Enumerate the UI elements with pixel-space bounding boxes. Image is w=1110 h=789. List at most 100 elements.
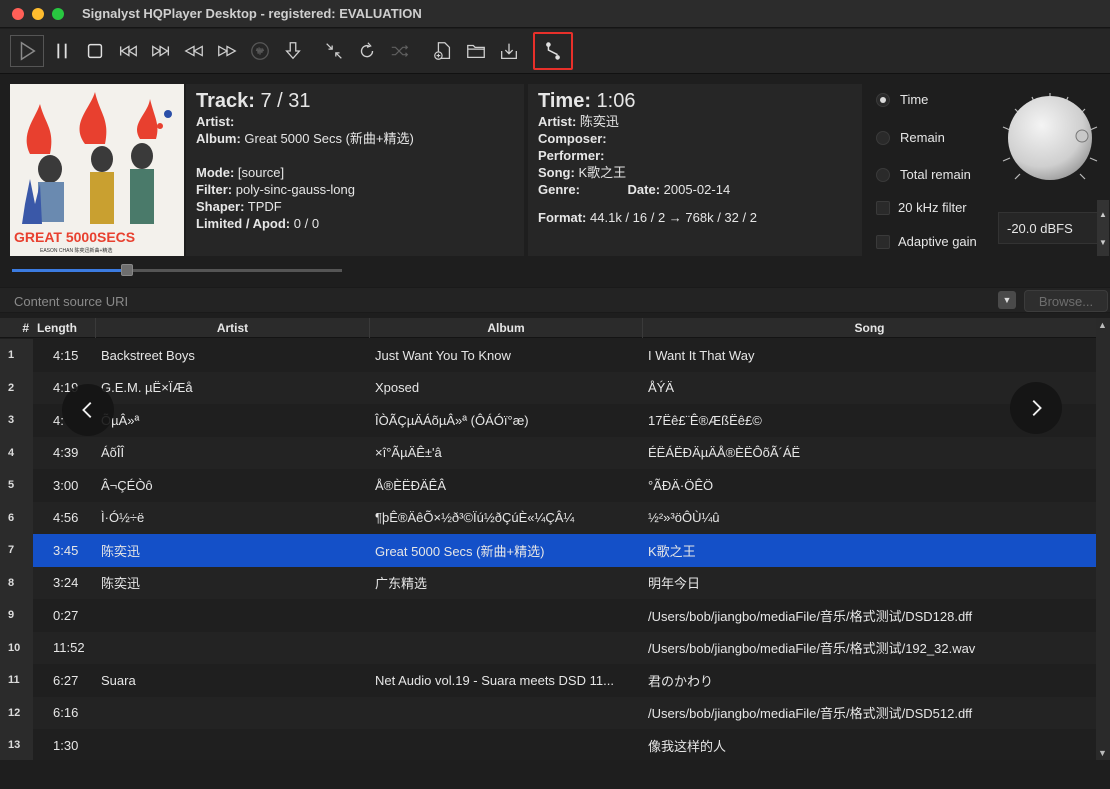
- total-remain-radio[interactable]: Total remain: [876, 167, 971, 182]
- row-artist: ÁõÎÎ: [101, 445, 125, 461]
- row-number: 11: [0, 664, 33, 697]
- row-length: 0:27: [53, 607, 79, 623]
- seek-slider[interactable]: [12, 264, 342, 276]
- table-row[interactable]: 1 4:15 Backstreet Boys Just Want You To Kno…: [0, 339, 1096, 372]
- table-row[interactable]: 11 6:27 Suara Net Audio vol.19 - Suara meet…: [0, 664, 1096, 697]
- browse-button[interactable]: Browse...: [1024, 290, 1108, 312]
- song-artist: Artist: 陈奕迅: [538, 114, 619, 129]
- row-length: 3:45: [53, 542, 79, 558]
- skip-back-icon: [119, 45, 137, 57]
- song-title: Song: K歌之王: [538, 165, 627, 180]
- row-song: /Users/bob/jiangbo/mediaFile/音乐/格式测试/DSD…: [648, 608, 973, 624]
- fast-forward-button[interactable]: [212, 36, 242, 66]
- uri-history-dropdown[interactable]: ▼: [998, 291, 1016, 309]
- pause-button[interactable]: [47, 36, 77, 66]
- save-icon: [501, 43, 517, 59]
- song-performer: Performer:: [538, 148, 605, 163]
- title-bar: Signalyst HQPlayer Desktop - registered:…: [0, 0, 1110, 28]
- row-artist: G.E.M. µË×ÏÆå: [101, 380, 193, 396]
- collapse-button[interactable]: [319, 36, 349, 66]
- table-row[interactable]: 7 3:45 陈奕迅 Great 5000 Secs (新曲+精选) K歌之王: [0, 534, 1096, 567]
- broadcast-icon: [251, 42, 269, 60]
- table-row[interactable]: 8 3:24 陈奕迅 广东精选 明年今日: [0, 566, 1096, 599]
- row-number: 9: [0, 599, 33, 632]
- table-row[interactable]: 4 4:39 ÁõÎÎ ×î°ÃµÄÊ±'â ÉËÁËÐÄµÄÅ®ÈËÔõÃ´ÁË: [0, 436, 1096, 469]
- time-radio[interactable]: Time: [876, 92, 928, 107]
- volume-stepper[interactable]: ▲ ▼: [1097, 200, 1109, 256]
- content-source-uri-input[interactable]: [14, 292, 914, 310]
- album-art-subtitle: EASON CHAN 陈奕迅新曲+精选: [40, 247, 112, 254]
- playlist-scrollbar[interactable]: ▲ ▼: [1096, 318, 1110, 760]
- volume-knob[interactable]: [990, 84, 1110, 204]
- table-row[interactable]: 5 3:00 Â¬ÇÉÒô Å®ÈËÐÄÊÂ °ÃÐÄ·ÖÊÖ: [0, 469, 1096, 502]
- row-album: ×î°ÃµÄÊ±'â: [375, 445, 442, 461]
- rewind-button[interactable]: [179, 36, 209, 66]
- header-album[interactable]: Album: [370, 318, 643, 338]
- time-display: Time: 1:06: [538, 90, 636, 112]
- header-song[interactable]: Song: [643, 318, 1096, 338]
- header-num[interactable]: #: [0, 318, 33, 338]
- song-composer: Composer:: [538, 131, 607, 146]
- add-file-button[interactable]: [428, 36, 458, 66]
- row-number: 10: [0, 631, 33, 664]
- track-limited-apod: Limited / Apod: 0 / 0: [196, 216, 320, 231]
- stepper-up-icon[interactable]: ▲: [1099, 210, 1107, 219]
- zoom-window-button[interactable]: [52, 7, 64, 20]
- adaptive-gain-checkbox[interactable]: Adaptive gain: [876, 234, 977, 249]
- save-playlist-button[interactable]: [494, 36, 524, 66]
- scroll-down-icon[interactable]: ▼: [1098, 748, 1107, 758]
- table-row[interactable]: 12 6:16/Users/bob/jiangbo/mediaFile/音乐/格式…: [0, 696, 1096, 729]
- repeat-icon: [360, 42, 374, 58]
- display-options: Time Remain Total remain 20 kHz filter A…: [870, 84, 990, 256]
- playlist-header: # Length Artist Album Song: [0, 318, 1096, 338]
- header-artist[interactable]: Artist: [96, 318, 370, 338]
- transport-toolbar: [0, 29, 1110, 74]
- table-row[interactable]: 3 4: ÕµÂ»ª ÎÒÃÇµÄÁõµÂ»ª (ÔÁÓï°æ) 17Ëê£¨Ê®ÆßË…: [0, 404, 1096, 437]
- open-folder-button[interactable]: [461, 36, 491, 66]
- play-button[interactable]: [10, 35, 44, 67]
- stepper-down-icon[interactable]: ▼: [1099, 238, 1107, 247]
- album-art-title: GREAT 5000SECS: [14, 229, 135, 245]
- transport-route-button[interactable]: [533, 32, 573, 70]
- stop-icon: [87, 43, 103, 59]
- seek-slider-fill: [12, 269, 121, 272]
- row-length: 11:52: [53, 640, 85, 656]
- shuffle-icon: [391, 45, 409, 57]
- route-icon: [546, 42, 560, 60]
- minimize-window-button[interactable]: [32, 7, 44, 20]
- row-number: 5: [0, 469, 33, 502]
- previous-track-button[interactable]: [113, 36, 143, 66]
- broadcast-button[interactable]: [245, 36, 275, 66]
- row-number: 1: [0, 339, 33, 372]
- table-row[interactable]: 6 4:56 Ì·Ó½÷ë ¶þÊ®ÄêÕ×½ð³©Ïú½ðÇúÈ«¼ÇÂ¼ ½²»³ö…: [0, 501, 1096, 534]
- seek-slider-handle[interactable]: [121, 264, 133, 276]
- volume-readout[interactable]: -20.0 dBFS: [998, 212, 1098, 244]
- row-album: Å®ÈËÐÄÊÂ: [375, 477, 446, 493]
- fast-forward-icon: [218, 45, 237, 57]
- repeat-button[interactable]: [352, 36, 382, 66]
- stop-button[interactable]: [80, 36, 110, 66]
- row-song: /Users/bob/jiangbo/mediaFile/音乐/格式测试/DSD…: [648, 706, 973, 722]
- scroll-up-icon[interactable]: ▲: [1098, 320, 1107, 330]
- row-song: /Users/bob/jiangbo/mediaFile/音乐/格式测试/192…: [648, 641, 976, 657]
- table-row[interactable]: 2 4:19 G.E.M. µË×ÏÆå Xposed ÅÝÄ­: [0, 371, 1096, 404]
- table-row[interactable]: 10 11:52/Users/bob/jiangbo/mediaFile/音乐/格…: [0, 631, 1096, 664]
- table-row[interactable]: 13 1:30 像我这样的人: [0, 729, 1096, 760]
- carousel-next-button[interactable]: [1010, 382, 1062, 434]
- row-song: 像我这样的人: [648, 738, 727, 754]
- folder-icon: [467, 44, 485, 59]
- remain-radio[interactable]: Remain: [876, 130, 945, 145]
- download-button[interactable]: [278, 36, 308, 66]
- header-length[interactable]: Length: [33, 318, 96, 338]
- add-file-icon: [434, 42, 451, 60]
- collapse-icon: [326, 43, 342, 59]
- album-art: GREAT 5000SECS EASON CHAN 陈奕迅新曲+精选: [10, 84, 184, 256]
- close-window-button[interactable]: [12, 7, 24, 20]
- shuffle-button[interactable]: [385, 36, 415, 66]
- filter-20khz-checkbox[interactable]: 20 kHz filter: [876, 200, 967, 215]
- row-artist: 陈奕迅: [101, 576, 141, 592]
- next-track-button[interactable]: [146, 36, 176, 66]
- table-row[interactable]: 9 0:27/Users/bob/jiangbo/mediaFile/音乐/格式测…: [0, 599, 1096, 632]
- carousel-previous-button[interactable]: [62, 384, 114, 436]
- row-number: 13: [0, 729, 33, 760]
